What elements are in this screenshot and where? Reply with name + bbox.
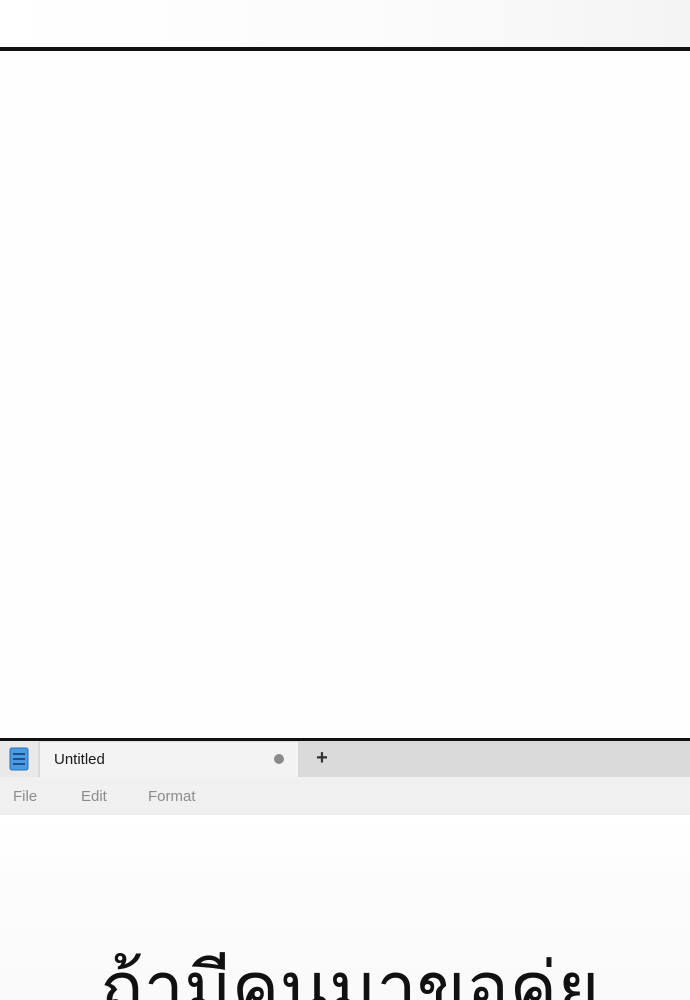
menu-bar: File Edit Format [0, 777, 690, 815]
tab-bar: Untitled + [0, 741, 690, 777]
editor-text: ถ้ามีคนมาขอคู่ย [100, 946, 600, 1000]
tab-title: Untitled [54, 751, 105, 768]
tab-untitled[interactable]: Untitled [40, 742, 298, 777]
notepad-icon [9, 747, 29, 771]
app-icon-box [0, 741, 38, 777]
menu-file[interactable]: File [13, 788, 37, 806]
text-editor-area[interactable]: ถ้ามีคนมาขอคู่ย [0, 815, 690, 1000]
upper-window-area [0, 51, 690, 739]
top-background [0, 0, 690, 48]
menu-edit[interactable]: Edit [81, 788, 107, 806]
new-tab-button[interactable]: + [310, 746, 334, 770]
menu-format[interactable]: Format [148, 788, 196, 806]
unsaved-dot-icon[interactable] [274, 754, 284, 764]
